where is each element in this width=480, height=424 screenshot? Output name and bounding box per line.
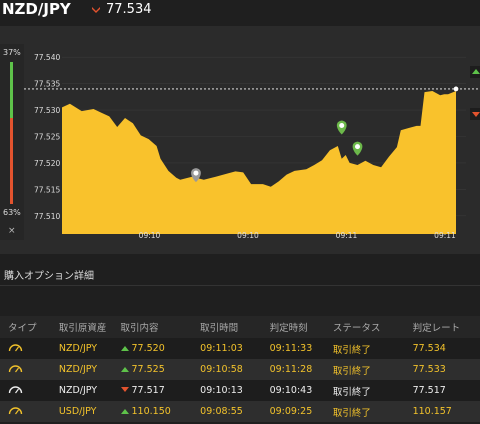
y-tick-label: 77.510 — [34, 212, 60, 221]
y-tick-label: 77.515 — [34, 185, 60, 194]
rate-cell: 77.517 — [412, 380, 480, 401]
asset-cell: NZD/JPY — [40, 359, 121, 380]
time-cell: 09:08:55 — [200, 401, 270, 422]
judge-cell: 09:09:25 — [269, 401, 333, 422]
y-tick-label: 77.540 — [34, 53, 60, 62]
x-tick-label: 09:10 — [237, 231, 259, 240]
content-value: 77.517 — [131, 385, 165, 396]
col-judge: 判定時刻 — [269, 316, 333, 338]
table-row[interactable]: NZD/JPY 77.520 09:11:03 09:11:33 取引終了 77… — [0, 338, 480, 359]
down-bar — [10, 118, 13, 204]
content-cell: 110.150 — [120, 401, 201, 422]
y-tick-label: 77.525 — [34, 133, 60, 142]
options-table: タイプ 取引原資産 取引内容 取引時間 判定時刻 ステータス 判定レート NZD… — [0, 316, 480, 422]
status-cell: 取引終了 — [332, 338, 413, 359]
judge-cell: 09:11:33 — [269, 338, 333, 359]
y-tick-label: 77.535 — [34, 80, 60, 89]
x-tick-label: 09:11 — [434, 231, 456, 240]
table-row[interactable]: NZD/JPY 77.517 09:10:13 09:10:43 取引終了 77… — [0, 380, 480, 401]
down-arrow-icon — [92, 7, 100, 13]
table-row[interactable]: USD/JPY 110.150 09:08:55 09:09:25 取引終了 1… — [0, 401, 480, 422]
col-content: 取引内容 — [120, 316, 201, 338]
table-row[interactable]: NZD/JPY 77.525 09:10:58 09:11:28 取引終了 77… — [0, 359, 480, 380]
col-asset: 取引原資産 — [40, 316, 121, 338]
asset-cell: NZD/JPY — [40, 380, 121, 401]
marker-dot — [355, 144, 360, 150]
rate-cell: 77.533 — [412, 359, 480, 380]
rate-cell: 110.157 — [412, 401, 480, 422]
y-tick-label: 77.520 — [34, 159, 60, 168]
rate-cell: 77.534 — [412, 338, 480, 359]
type-cell — [0, 401, 41, 422]
current-price-dot — [453, 86, 459, 92]
up-percentage: 37% — [3, 48, 21, 57]
marker-dot — [193, 170, 199, 176]
content-cell: 77.525 — [120, 359, 201, 380]
up-bar — [10, 62, 13, 118]
divider — [0, 285, 480, 286]
gauge-icon — [8, 344, 23, 352]
type-cell — [0, 380, 41, 401]
col-type: タイプ — [0, 316, 41, 338]
section-title: 購入オプション詳細 — [4, 271, 94, 282]
status-cell: 取引終了 — [332, 359, 413, 380]
price-chart: 77.540 77.535 77.530 77.525 77.520 77.515 77.5… — [24, 44, 480, 240]
gauge-icon — [8, 407, 23, 415]
status-cell: 取引終了 — [332, 380, 413, 401]
content-cell: 77.517 — [120, 380, 201, 401]
type-cell — [0, 338, 41, 359]
col-time: 取引時間 — [200, 316, 270, 338]
content-value: 77.520 — [131, 343, 165, 354]
status-cell: 取引終了 — [332, 401, 413, 422]
x-tick-label: 09:11 — [336, 231, 358, 240]
asset-cell: NZD/JPY — [40, 338, 121, 359]
content-value: 77.525 — [131, 364, 165, 375]
header: NZD/JPY 77.534 — [0, 0, 480, 26]
judge-cell: 09:10:43 — [269, 380, 333, 401]
down-percentage: 63% — [3, 208, 21, 217]
col-rate: 判定レート — [412, 316, 480, 338]
close-icon[interactable]: × — [8, 226, 16, 236]
x-tick-label: 09:10 — [139, 231, 161, 240]
current-price: 77.534 — [106, 2, 152, 17]
content-value: 110.150 — [131, 406, 171, 417]
table-header-row: タイプ 取引原資産 取引内容 取引時間 判定時刻 ステータス 判定レート — [0, 316, 480, 338]
content-cell: 77.520 — [120, 338, 201, 359]
time-cell: 09:10:13 — [200, 380, 270, 401]
judge-cell: 09:11:28 — [269, 359, 333, 380]
asset-cell: USD/JPY — [40, 401, 121, 422]
y-tick-label: 77.530 — [34, 106, 60, 115]
time-cell: 09:11:03 — [200, 338, 270, 359]
pair-title: NZD/JPY — [2, 0, 71, 18]
gauge-icon — [8, 386, 23, 394]
col-status: ステータス — [332, 316, 413, 338]
gauge-icon — [8, 365, 23, 373]
marker-dot — [339, 123, 345, 128]
time-cell: 09:10:58 — [200, 359, 270, 380]
type-cell — [0, 359, 41, 380]
